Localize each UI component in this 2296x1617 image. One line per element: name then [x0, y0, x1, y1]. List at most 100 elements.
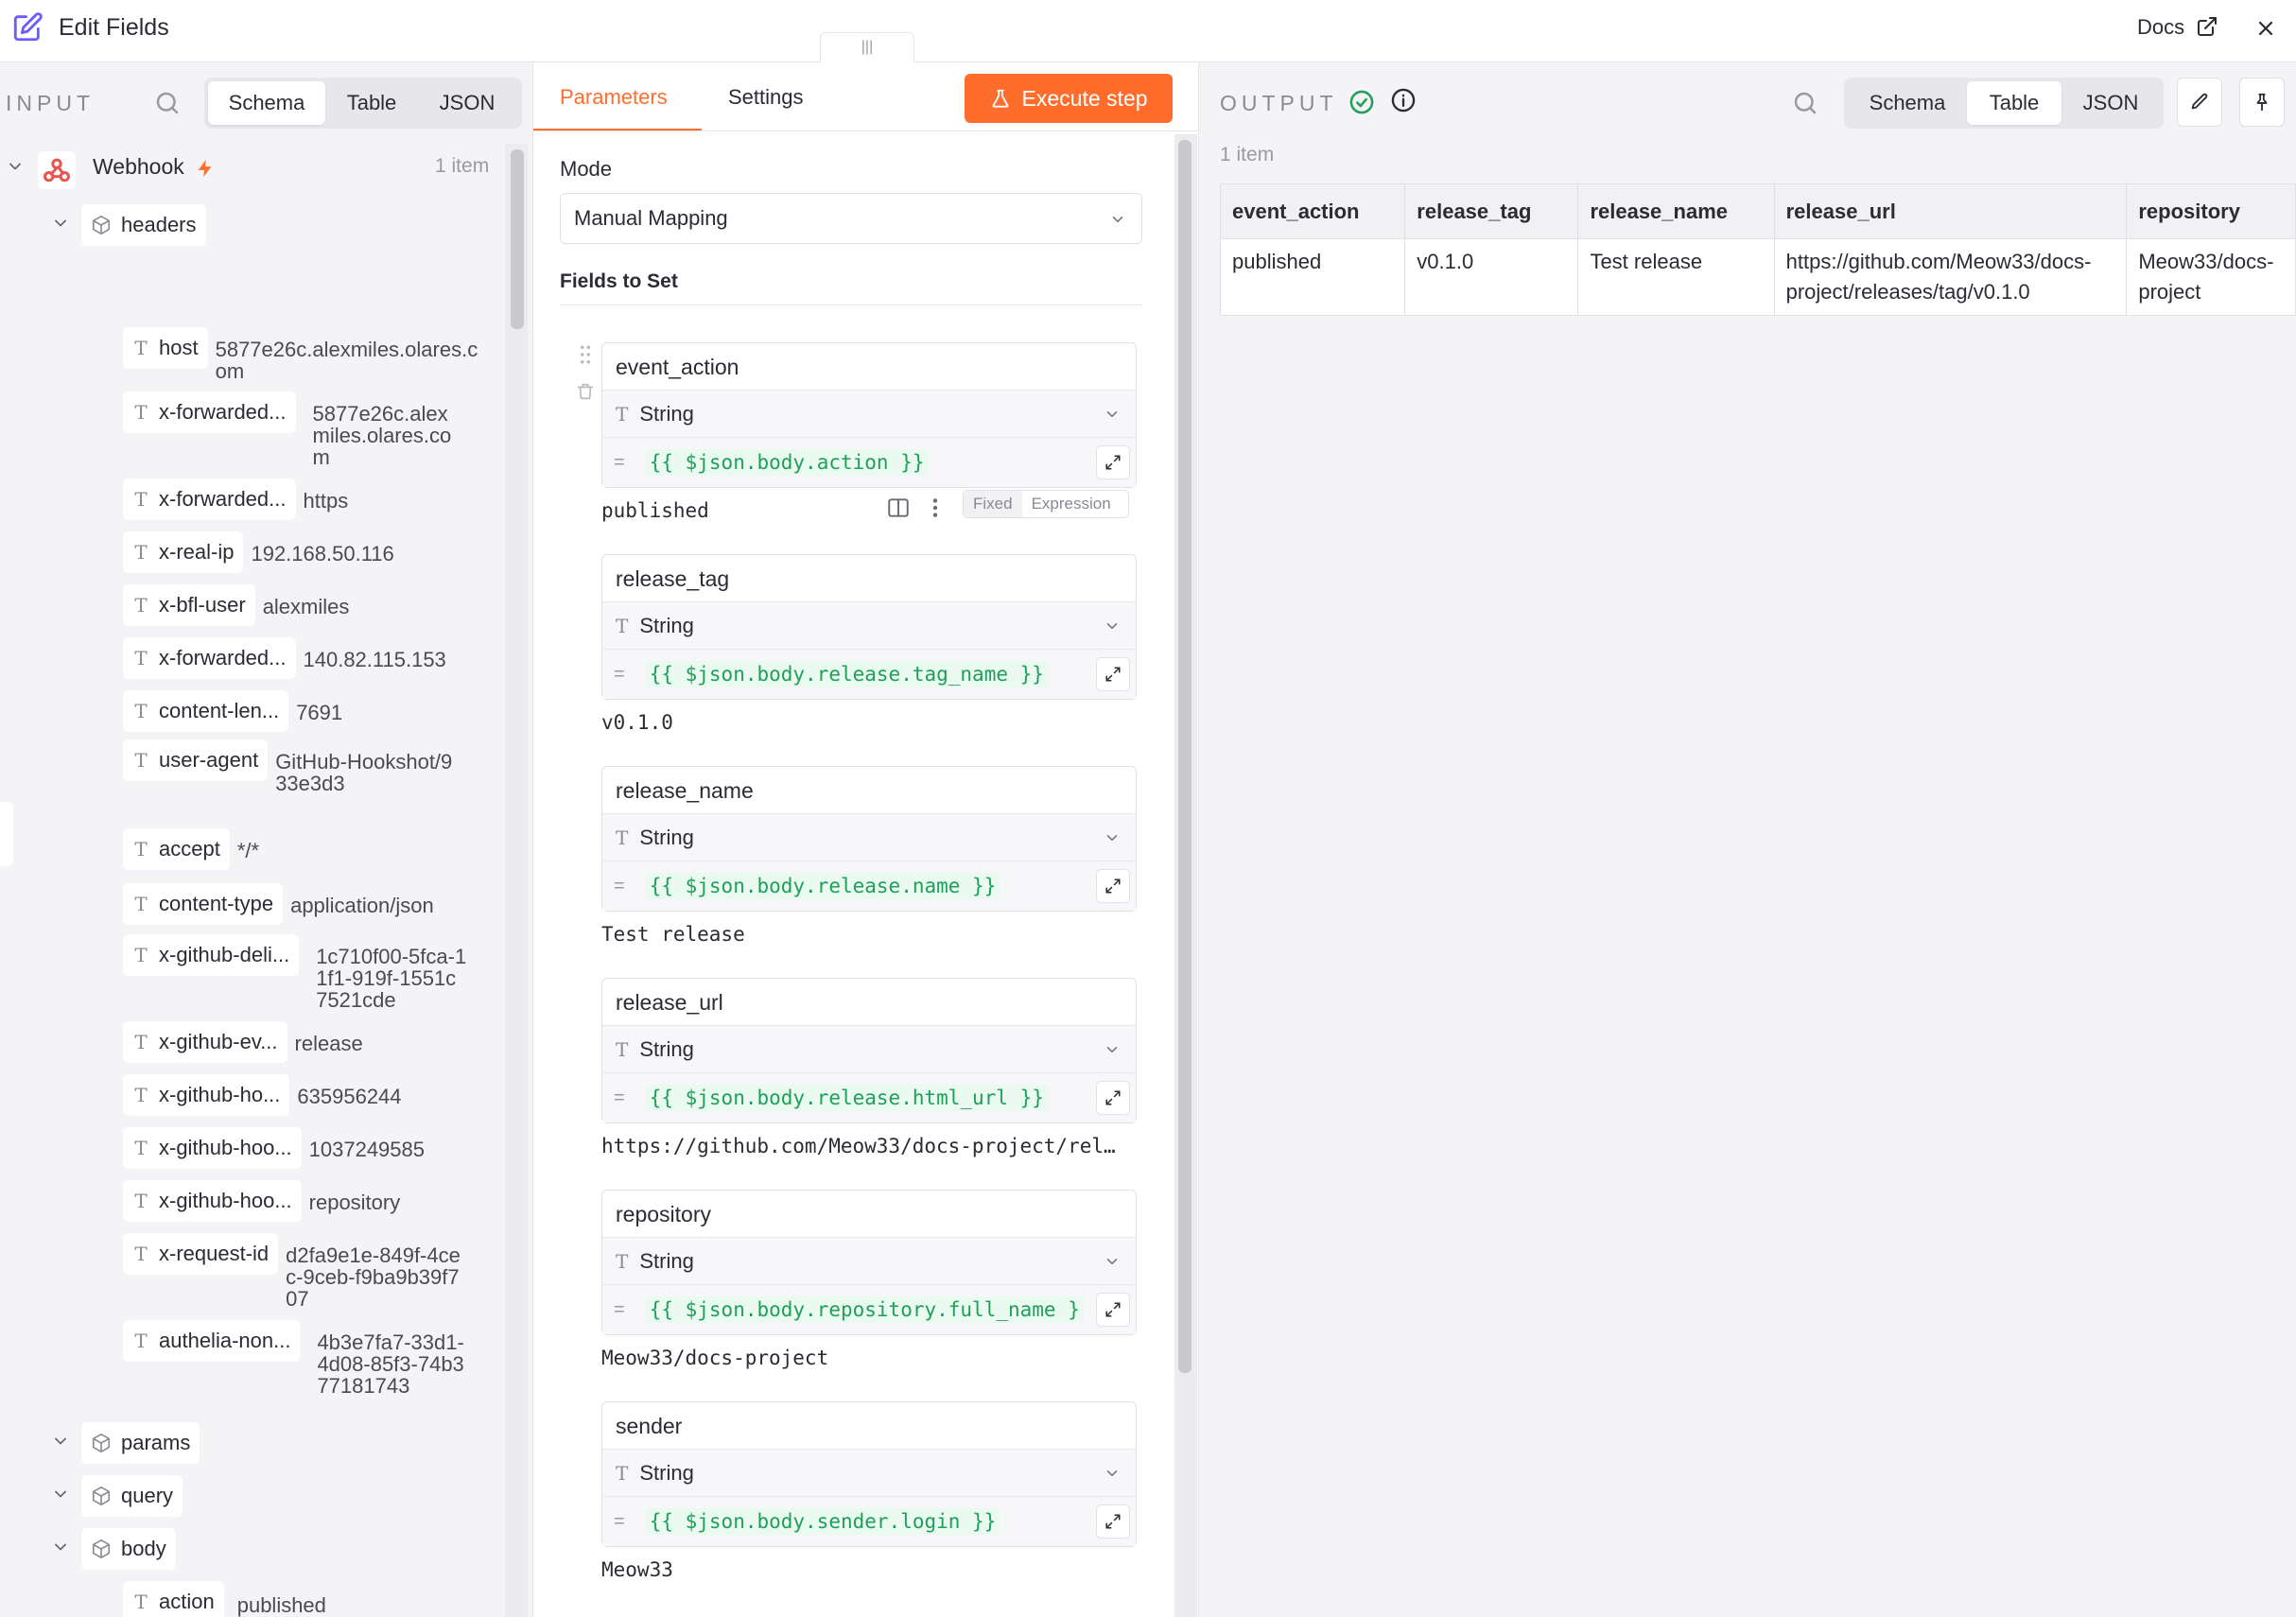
field-type-select[interactable]: T String — [602, 1026, 1136, 1073]
field-name-input[interactable]: release_tag — [602, 555, 1136, 602]
tree-field-row[interactable]: Tcontent-type application/json — [123, 883, 479, 925]
tree-field-row[interactable]: Tx-real-ip 192.168.50.116 — [123, 531, 440, 573]
panel-toggle-icon[interactable] — [885, 496, 912, 520]
edit-output-button[interactable] — [2177, 78, 2222, 127]
tree-field-row[interactable]: Tx-github-ho... 635956244 — [123, 1074, 486, 1116]
field-result-preview: https://github.com/Meow33/docs-project/r… — [601, 1135, 1116, 1157]
fixed-toggle[interactable]: Fixed — [964, 491, 1022, 517]
search-icon[interactable] — [1791, 89, 1819, 117]
tree-field-row[interactable]: Tx-forwarded... https — [123, 478, 493, 520]
column-header[interactable]: release_url — [1773, 183, 2128, 239]
tree-field-row[interactable]: T action published — [123, 1581, 326, 1617]
field-value-expression[interactable]: = {{ $json.body.release.tag_name }} — [602, 650, 1136, 699]
tab-parameters[interactable]: Parameters — [560, 85, 668, 110]
input-view-schema[interactable]: Schema — [208, 81, 325, 125]
input-view-json[interactable]: JSON — [418, 81, 516, 125]
tree-field-value: release — [294, 1032, 363, 1055]
output-view-table[interactable]: Table — [1967, 81, 2061, 125]
field-type-select[interactable]: T String — [602, 814, 1136, 861]
output-view-schema[interactable]: Schema — [1848, 81, 1967, 125]
field-name-input[interactable]: release_name — [602, 767, 1136, 814]
tree-field-row[interactable]: Tx-bfl-user alexmiles — [123, 584, 452, 626]
field-value-expression[interactable]: = {{ $json.body.sender.login }} — [602, 1497, 1136, 1546]
tree-field-row[interactable]: Tx-github-hoo... 1037249585 — [123, 1127, 498, 1169]
open-mapping-button[interactable] — [1096, 1293, 1130, 1327]
field-name-input[interactable]: event_action — [602, 343, 1136, 391]
more-options-icon[interactable] — [929, 496, 942, 520]
tree-group-body[interactable]: body — [81, 1528, 176, 1570]
open-mapping-button[interactable] — [1096, 869, 1130, 903]
trash-icon[interactable] — [575, 380, 596, 403]
tree-group-query[interactable]: query — [81, 1475, 183, 1517]
string-type-icon: T — [616, 614, 629, 637]
input-view-table[interactable]: Table — [325, 81, 418, 125]
chevron-down-icon[interactable] — [51, 214, 70, 233]
tree-field-row[interactable]: Tx-forwarded... 140.82.115.153 — [123, 637, 493, 679]
chevron-down-icon[interactable] — [51, 1432, 70, 1451]
tab-divider — [533, 130, 1198, 131]
chevron-down-icon[interactable] — [51, 1538, 70, 1556]
assignment-card: repository T String = {{ $json.body.reposito… — [601, 1190, 1137, 1335]
tree-group-params[interactable]: params — [81, 1422, 200, 1464]
tab-settings[interactable]: Settings — [728, 85, 804, 110]
tree-field-row[interactable]: Thost 5877e26c.alexmiles.olares.com — [123, 327, 480, 382]
search-icon[interactable] — [153, 89, 182, 117]
equals-icon: = — [614, 451, 625, 473]
field-name-input[interactable]: sender — [602, 1402, 1136, 1450]
input-panel-label: INPUT — [6, 91, 95, 115]
tree-field-row[interactable]: Tauthelia-non... 4b3e7fa7-33d1-4d08-85f3-… — [123, 1320, 468, 1397]
column-header[interactable]: event_action — [1219, 183, 1406, 239]
expression-toggle[interactable]: Expression — [1022, 495, 1121, 513]
info-icon[interactable] — [1390, 87, 1417, 113]
external-link-icon[interactable] — [2196, 15, 2218, 38]
open-mapping-button[interactable] — [1096, 1504, 1130, 1539]
open-mapping-button[interactable] — [1096, 445, 1130, 479]
tree-field-value: 5877e26c.alexmiles.olares.com — [215, 338, 478, 383]
field-value-expression[interactable]: = {{ $json.body.release.html_url }} — [602, 1073, 1136, 1122]
panel-drag-handle[interactable]: ||| — [820, 32, 914, 62]
input-scrollbar[interactable] — [511, 149, 524, 329]
chevron-down-icon — [1106, 1470, 1118, 1476]
drag-handle-icon[interactable] — [577, 344, 594, 365]
column-header[interactable]: release_tag — [1404, 183, 1579, 239]
docs-link[interactable]: Docs — [2137, 15, 2184, 40]
mode-select[interactable]: Manual Mapping — [560, 193, 1142, 244]
field-value-expression[interactable]: = {{ $json.body.repository.full_name } — [602, 1285, 1136, 1334]
tree-field-row[interactable]: Tcontent-len... 7691 — [123, 690, 485, 732]
params-scrollbar[interactable] — [1178, 140, 1191, 1373]
open-mapping-button[interactable] — [1096, 1081, 1130, 1115]
close-icon[interactable] — [2254, 17, 2277, 40]
tree-field-row[interactable]: Tx-github-deli... 1c710f00-5fca-11f1-919f… — [123, 934, 467, 1011]
field-type-select[interactable]: T String — [602, 1450, 1136, 1497]
field-type-select[interactable]: T String — [602, 1238, 1136, 1285]
output-view-json[interactable]: JSON — [2061, 81, 2160, 125]
tree-field-key: x-github-hoo... — [159, 1136, 292, 1159]
field-name-input[interactable]: repository — [602, 1191, 1136, 1238]
chevron-down-icon[interactable] — [6, 157, 25, 176]
equals-icon: = — [614, 1087, 625, 1108]
tree-field-row[interactable]: Tx-request-id d2fa9e1e-849f-4cec-9ceb-f9b… — [123, 1233, 465, 1310]
panel-collapse-tab[interactable] — [0, 802, 13, 866]
field-value-expression[interactable]: = {{ $json.body.action }} — [602, 438, 1136, 487]
tree-field-row[interactable]: Taccept */* — [123, 828, 426, 870]
expand-icon — [1105, 1302, 1121, 1317]
column-header[interactable]: release_name — [1577, 183, 1775, 239]
string-type-icon: T — [616, 1249, 629, 1273]
tree-field-row[interactable]: Tx-github-ev... release — [123, 1021, 484, 1063]
string-type-icon: T — [616, 1037, 629, 1061]
field-name-input[interactable]: release_url — [602, 979, 1136, 1026]
chevron-down-icon[interactable] — [51, 1485, 70, 1504]
pin-output-button[interactable] — [2239, 78, 2285, 127]
tree-group-headers[interactable]: headers — [81, 204, 206, 246]
open-mapping-button[interactable] — [1096, 657, 1130, 691]
field-type-select[interactable]: T String — [602, 391, 1136, 438]
execute-step-button[interactable]: Execute step — [965, 74, 1173, 123]
field-value-expression[interactable]: = {{ $json.body.release.name }} — [602, 861, 1136, 911]
tree-field-value: 7691 — [296, 701, 343, 724]
chevron-down-icon — [1106, 411, 1118, 417]
tree-field-row[interactable]: Tx-forwarded... 5877e26c.alexmiles.olares… — [123, 391, 464, 468]
column-header[interactable]: repository — [2126, 183, 2296, 239]
tree-field-row[interactable]: Tuser-agent GitHub-Hookshot/933e3d3 — [123, 739, 455, 794]
tree-field-row[interactable]: Tx-github-hoo... repository — [123, 1180, 498, 1222]
field-type-select[interactable]: T String — [602, 602, 1136, 650]
